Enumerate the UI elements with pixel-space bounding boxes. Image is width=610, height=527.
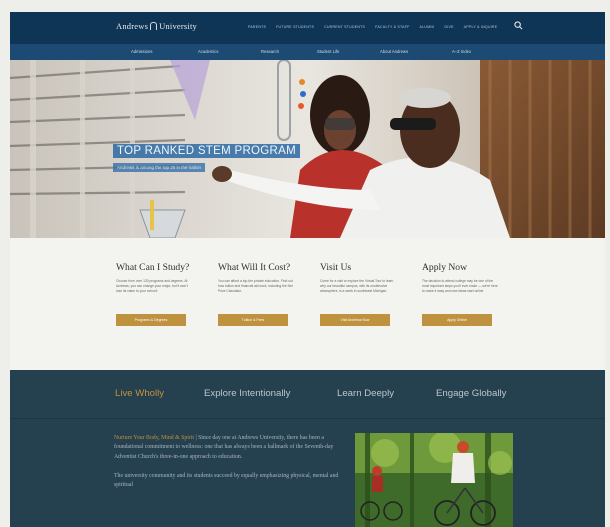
nav-item-admissions[interactable]: Admissions: [131, 49, 152, 54]
values-paragraph-1: Nurture Your Body, Mind & Spirit | Since…: [114, 434, 346, 462]
tab-engage-globally[interactable]: Engage Globally: [436, 388, 506, 399]
nav-item-research[interactable]: Research: [261, 49, 279, 54]
info-title-apply: Apply Now: [422, 262, 468, 273]
tuition-fees-button[interactable]: Tuition & Fees: [218, 314, 288, 326]
university-logo[interactable]: Andrews University: [116, 21, 197, 31]
info-column-cost: What Will It Cost? You can afford a top-…: [218, 262, 296, 326]
section-divider: [10, 418, 605, 419]
values-paragraph-2: The university community and its student…: [114, 472, 339, 489]
values-copy: Nurture Your Body, Mind & Spirit | Since…: [114, 434, 346, 490]
main-nav: Admissions Academics Research Student Li…: [10, 44, 605, 60]
tab-live-wholly[interactable]: Live Wholly: [115, 388, 164, 399]
tab-learn-deeply[interactable]: Learn Deeply: [337, 388, 394, 399]
utility-link-parents[interactable]: Parents: [248, 25, 266, 29]
hero-title: TOP RANKED STEM PROGRAM: [113, 144, 301, 158]
cyclists-photo: [355, 433, 513, 527]
info-title-visit: Visit Us: [320, 262, 352, 273]
hero-banner: TOP RANKED STEM PROGRAM Andrews is among…: [10, 60, 605, 238]
utility-link-future-students[interactable]: Future Students: [276, 25, 314, 29]
info-text-study: Choose from over 130 programs and degree…: [116, 279, 188, 293]
values-section: Live Wholly Explore Intentionally Learn …: [10, 370, 605, 527]
utility-link-apply[interactable]: Apply & Inquire: [464, 25, 498, 29]
info-column-study: What Can I Study? Choose from over 130 p…: [116, 262, 194, 326]
search-icon[interactable]: [514, 21, 523, 30]
logo-arch-icon: [150, 22, 158, 30]
info-text-visit: Come for a visit or explore the Virtual …: [320, 279, 394, 293]
info-column-visit: Visit Us Come for a visit or explore the…: [320, 262, 398, 326]
info-text-apply: The decision to attend college may be on…: [422, 279, 498, 293]
values-lead: Nurture Your Body, Mind & Spirit: [114, 435, 194, 441]
info-section: What Can I Study? Choose from over 130 p…: [10, 238, 605, 370]
hero-subtitle[interactable]: Andrews is among the top 20 in the natio…: [113, 163, 206, 172]
apply-online-button[interactable]: Apply Online: [422, 314, 492, 326]
top-bar: Andrews University Parents Future Studen…: [10, 12, 605, 44]
logo-text-andrews: Andrews: [116, 21, 149, 31]
info-title-study: What Can I Study?: [116, 262, 190, 273]
info-text-cost: You can afford a top-tier private educat…: [218, 279, 293, 293]
hero-photo: [10, 60, 605, 238]
utility-link-faculty-staff[interactable]: Faculty & Staff: [375, 25, 409, 29]
info-title-cost: What Will It Cost?: [218, 262, 291, 273]
utility-links: Parents Future Students Current Students…: [248, 25, 497, 29]
nav-item-academics[interactable]: Academics: [198, 49, 218, 54]
values-separator: |: [195, 435, 197, 441]
utility-link-current-students[interactable]: Current Students: [324, 25, 365, 29]
nav-item-a-z-index[interactable]: A–Z Index: [452, 49, 471, 54]
info-column-apply: Apply Now The decision to attend college…: [422, 262, 500, 326]
nav-item-student-life[interactable]: Student Life: [317, 49, 339, 54]
utility-link-give[interactable]: Give: [444, 25, 453, 29]
utility-link-alumni[interactable]: Alumni: [420, 25, 435, 29]
visit-andrews-button[interactable]: Visit Andrews Now: [320, 314, 390, 326]
logo-text-university: University: [159, 21, 197, 31]
tab-explore-intentionally[interactable]: Explore Intentionally: [204, 388, 290, 399]
values-tabs: Live Wholly Explore Intentionally Learn …: [10, 370, 605, 418]
nav-item-about-andrews[interactable]: About Andrews: [380, 49, 408, 54]
programs-degrees-button[interactable]: Programs & Degrees: [116, 314, 186, 326]
